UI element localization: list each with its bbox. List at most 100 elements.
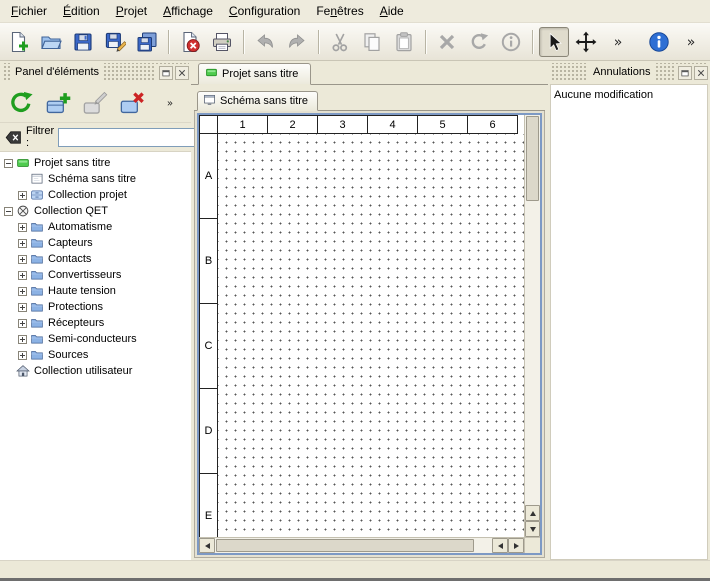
folder-icon xyxy=(30,316,44,330)
horizontal-scroll-thumb[interactable] xyxy=(216,539,474,552)
reload-button[interactable] xyxy=(4,87,38,119)
project-tabbar: Projet sans titre xyxy=(191,61,548,85)
expander-plus-icon[interactable] xyxy=(18,351,27,360)
svg-text:»: » xyxy=(614,34,623,50)
dock-float-button[interactable] xyxy=(159,66,173,80)
close-document-button[interactable] xyxy=(175,27,205,57)
delete-button[interactable] xyxy=(432,27,462,57)
tree-item-label: Contacts xyxy=(47,253,91,265)
element-new-button[interactable] xyxy=(41,87,75,119)
new-document-button[interactable] xyxy=(4,27,34,57)
menu-item-5[interactable]: Fenêtres xyxy=(308,1,371,21)
qet-icon xyxy=(16,204,30,218)
tree-item[interactable]: Capteurs xyxy=(0,235,191,251)
menu-bar: FichierÉditionProjetAffichageConfigurati… xyxy=(0,0,710,23)
expander-plus-icon[interactable] xyxy=(18,335,27,344)
tree-item[interactable]: Schéma sans titre xyxy=(0,171,191,187)
open-folder-button[interactable] xyxy=(36,27,66,57)
rotate-button[interactable] xyxy=(464,27,494,57)
expander-plus-icon[interactable] xyxy=(18,191,27,200)
overflow-chevron-button[interactable]: » xyxy=(153,87,187,119)
tree-item-label: Récepteurs xyxy=(47,317,104,329)
toolbar-separator xyxy=(168,30,169,54)
tree-item-label: Semi-conducteurs xyxy=(47,333,137,345)
tree-item[interactable]: Semi-conducteurs xyxy=(0,331,191,347)
expander-plus-icon[interactable] xyxy=(18,255,27,264)
clear-filter-button[interactable] xyxy=(5,127,22,147)
element-edit-button[interactable] xyxy=(78,87,112,119)
tree-item[interactable]: Automatisme xyxy=(0,219,191,235)
tree-item[interactable]: Protections xyxy=(0,299,191,315)
horizontal-scroll-track[interactable] xyxy=(475,538,492,553)
element-delete-button[interactable] xyxy=(115,87,149,119)
scroll-up-button[interactable] xyxy=(525,505,540,521)
diagram-sheet[interactable]: 123456 ABCDE xyxy=(199,115,524,537)
redo-button[interactable] xyxy=(282,27,312,57)
tree-item[interactable]: Collection utilisateur xyxy=(0,363,191,379)
dock-close-button[interactable] xyxy=(694,66,708,80)
move-tool-button[interactable] xyxy=(571,27,601,57)
scroll-left-button-2[interactable] xyxy=(492,538,508,553)
vertical-scrollbar[interactable] xyxy=(524,115,540,537)
svg-text:»: » xyxy=(167,98,173,109)
horizontal-scrollbar[interactable] xyxy=(199,537,524,553)
expander-plus-icon[interactable] xyxy=(18,271,27,280)
paste-button[interactable] xyxy=(389,27,419,57)
info-button[interactable] xyxy=(496,27,526,57)
scroll-right-button[interactable] xyxy=(508,538,524,553)
dock-close-button[interactable] xyxy=(175,66,189,80)
filter-input[interactable] xyxy=(58,128,208,147)
expander-plus-icon[interactable] xyxy=(18,319,27,328)
column-header: 2 xyxy=(268,115,318,134)
copy-button[interactable] xyxy=(357,27,387,57)
tree-item[interactable]: Contacts xyxy=(0,251,191,267)
elements-panel-titlebar[interactable]: Panel d'éléments xyxy=(2,63,189,82)
menu-item-4[interactable]: Configuration xyxy=(221,1,308,21)
vertical-scroll-thumb[interactable] xyxy=(526,116,539,201)
tree-item[interactable]: Haute tension xyxy=(0,283,191,299)
menu-item-6[interactable]: Aide xyxy=(372,1,412,21)
project-area: Projet sans titre Schéma sans titre 1234… xyxy=(191,61,548,560)
expander-plus-icon[interactable] xyxy=(18,287,27,296)
expander-minus-icon[interactable] xyxy=(4,159,13,168)
svg-text:»: » xyxy=(687,34,696,50)
vertical-scroll-track[interactable] xyxy=(525,202,540,505)
tree-item[interactable]: Collection QET xyxy=(0,203,191,219)
scroll-down-button[interactable] xyxy=(525,521,540,537)
expander-minus-icon[interactable] xyxy=(4,207,13,216)
tab-schema[interactable]: Schéma sans titre xyxy=(197,91,318,111)
folder-icon xyxy=(30,268,44,282)
save-all-button[interactable] xyxy=(132,27,162,57)
tree-item[interactable]: Convertisseurs xyxy=(0,267,191,283)
scroll-left-button[interactable] xyxy=(199,538,215,553)
help-info-button[interactable] xyxy=(644,27,674,57)
tree-item[interactable]: Récepteurs xyxy=(0,315,191,331)
menu-item-1[interactable]: Édition xyxy=(55,1,108,21)
overflow-chevron-button[interactable]: » xyxy=(676,27,706,57)
print-button[interactable] xyxy=(207,27,237,57)
filter-row: Filtrer : xyxy=(0,123,191,151)
menu-item-2[interactable]: Projet xyxy=(108,1,155,21)
dock-float-button[interactable] xyxy=(678,66,692,80)
cursor-arrow-button[interactable] xyxy=(539,27,569,57)
diagram-grid-canvas[interactable] xyxy=(218,134,524,537)
expander-plus-icon[interactable] xyxy=(18,223,27,232)
cut-button[interactable] xyxy=(325,27,355,57)
overflow-chevron-button[interactable]: » xyxy=(603,27,633,57)
undo-button[interactable] xyxy=(250,27,280,57)
expander-plus-icon[interactable] xyxy=(18,303,27,312)
tree-item[interactable]: Sources xyxy=(0,347,191,363)
arrow-up-icon xyxy=(530,511,536,516)
expander-plus-icon[interactable] xyxy=(18,239,27,248)
tree-item[interactable]: Collection projet xyxy=(0,187,191,203)
save-as-button[interactable] xyxy=(100,27,130,57)
save-button[interactable] xyxy=(68,27,98,57)
menu-item-0[interactable]: Fichier xyxy=(3,1,55,21)
folder-icon xyxy=(30,300,44,314)
undo-panel-titlebar[interactable]: Annulations xyxy=(550,63,708,82)
undo-list-item[interactable]: Aucune modification xyxy=(554,87,704,103)
tree-item-label: Collection utilisateur xyxy=(33,365,132,377)
tree-item[interactable]: Projet sans titre xyxy=(0,155,191,171)
menu-item-3[interactable]: Affichage xyxy=(155,1,221,21)
tab-project[interactable]: Projet sans titre xyxy=(198,63,311,85)
